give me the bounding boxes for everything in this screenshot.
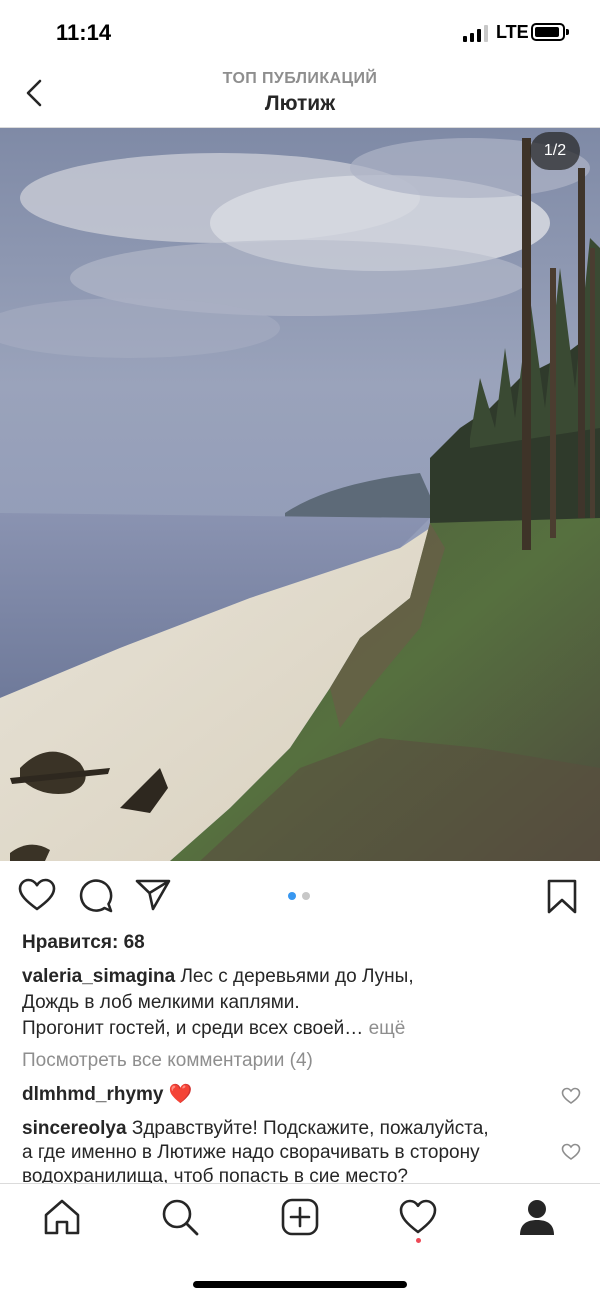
share-button[interactable] — [135, 878, 171, 917]
comment-text: ❤️ — [168, 1084, 193, 1105]
home-indicator — [193, 1281, 407, 1288]
post-actions — [0, 861, 600, 931]
tab-activity[interactable] — [398, 1197, 438, 1237]
comment-text: Здравствуйте! Подскажите, пожалуйста, — [131, 1118, 489, 1139]
search-icon — [162, 1199, 199, 1236]
save-button[interactable] — [546, 879, 578, 920]
carousel-dots — [288, 892, 312, 901]
comment-icon — [79, 879, 113, 913]
tab-new-post[interactable] — [280, 1197, 320, 1237]
share-icon — [135, 879, 171, 911]
post-caption: valeria_simagina Лес с деревьями до Луны… — [22, 964, 582, 1042]
home-icon — [44, 1199, 80, 1235]
nav-title: Лютиж — [264, 92, 336, 115]
caption-more-link[interactable]: ещё — [369, 1018, 406, 1039]
heart-icon — [561, 1087, 581, 1104]
post-image[interactable] — [0, 128, 600, 861]
comment-username[interactable]: dlmhmd_rhymy — [22, 1084, 163, 1105]
notification-dot — [416, 1238, 421, 1243]
tab-search[interactable] — [160, 1197, 200, 1237]
view-all-comments-link[interactable]: Посмотреть все комментарии (4) — [22, 1050, 313, 1072]
comment-like-button[interactable] — [561, 1087, 581, 1105]
add-post-icon — [281, 1198, 319, 1236]
comment-like-button[interactable] — [561, 1143, 581, 1161]
tab-home[interactable] — [42, 1197, 82, 1237]
heart-icon — [18, 878, 56, 911]
bookmark-icon — [547, 879, 577, 914]
comment-item: dlmhmd_rhymy ❤️ — [22, 1083, 552, 1107]
navigation-header: ТОП ПУБЛИКАЦИЙ Лютиж — [0, 62, 600, 128]
carousel-dot — [302, 892, 310, 900]
comment-button[interactable] — [78, 878, 114, 919]
status-time: 11:14 — [56, 20, 112, 45]
comment-item: sincereolya Здравствуйте! Подскажите, по… — [22, 1117, 552, 1189]
heart-icon — [561, 1143, 581, 1160]
like-button[interactable] — [18, 878, 56, 917]
nav-subtitle: ТОП ПУБЛИКАЦИЙ — [222, 70, 378, 87]
signal-strength-icon — [463, 24, 491, 42]
caption-line-3: Прогонит гостей, и среди всех своей… — [22, 1018, 364, 1039]
activity-heart-icon — [399, 1199, 437, 1234]
comment-username[interactable]: sincereolya — [22, 1118, 127, 1139]
battery-icon — [531, 23, 569, 41]
comment-text-line-2: а где именно в Лютиже надо сворачивать в… — [22, 1142, 480, 1163]
caption-line-1: Лес с деревьями до Луны, — [180, 966, 414, 987]
caption-line-2: Дождь в лоб мелкими каплями. — [22, 992, 300, 1013]
network-type: LTE — [496, 22, 529, 42]
carousel-dot-active — [288, 892, 296, 900]
status-bar: 11:14 LTE — [0, 0, 600, 62]
image-counter: 1/2 — [530, 132, 580, 170]
tab-profile[interactable] — [517, 1197, 557, 1237]
caption-username[interactable]: valeria_simagina — [22, 966, 175, 987]
likes-count[interactable]: Нравится: 68 — [22, 932, 145, 954]
bottom-tab-bar — [0, 1183, 600, 1298]
profile-icon — [520, 1200, 554, 1235]
